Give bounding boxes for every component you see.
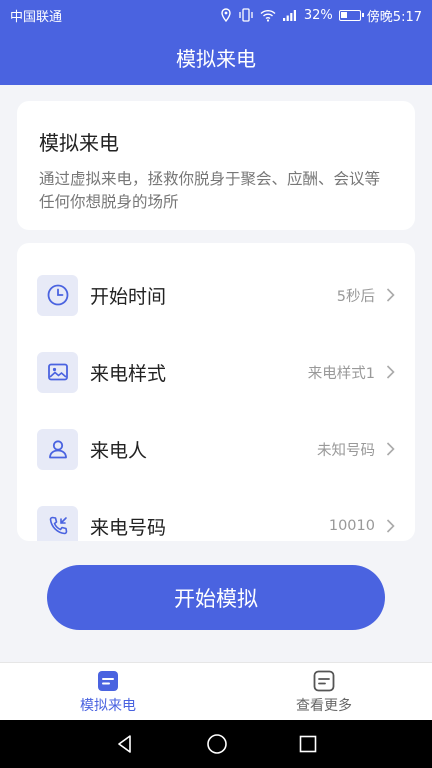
setting-row-caller[interactable]: 来电人 未知号码 (17, 419, 415, 479)
setting-row-phone-number[interactable]: 来电号码 10010 (17, 496, 415, 541)
image-icon (37, 351, 78, 393)
tab-label: 模拟来电 (80, 697, 136, 714)
setting-label: 来电样式 (90, 362, 167, 385)
chevron-right-icon (386, 288, 395, 302)
setting-label: 开始时间 (90, 285, 167, 308)
wifi-icon (260, 9, 276, 22)
tab-view-more[interactable]: 查看更多 (216, 663, 432, 721)
home-icon[interactable] (206, 733, 228, 755)
setting-value: 5秒后 (336, 288, 375, 305)
chevron-right-icon (386, 519, 395, 533)
setting-value: 10010 (328, 518, 375, 534)
bottom-tab-bar: 模拟来电 查看更多 (0, 662, 432, 720)
recents-icon[interactable] (299, 735, 317, 753)
carrier-label: 中国联通 (10, 9, 63, 25)
status-indicators: 32% 傍晚5:17 (220, 6, 422, 25)
simulate-call-icon (98, 670, 118, 691)
setting-value: 来电样式1 (307, 365, 375, 382)
setting-row-call-style[interactable]: 来电样式 来电样式1 (17, 342, 415, 402)
page-title: 模拟来电 (176, 47, 256, 71)
clock-time: 傍晚5:17 (366, 9, 422, 25)
signal-icon (282, 9, 296, 21)
clock-icon (37, 274, 78, 316)
system-navigation-bar (0, 720, 432, 768)
battery-percent: 32% (303, 7, 333, 23)
battery-icon (338, 9, 364, 21)
tab-simulate-call[interactable]: 模拟来电 (0, 663, 216, 721)
incoming-call-icon (37, 505, 78, 541)
view-more-icon (313, 670, 335, 691)
app-header: 模拟来电 (0, 30, 432, 85)
person-icon (37, 428, 78, 470)
vibrate-icon (239, 8, 253, 22)
start-simulation-button[interactable]: 开始模拟 (47, 565, 385, 630)
setting-value: 未知号码 (317, 442, 375, 459)
info-card-title: 模拟来电 (39, 131, 119, 155)
chevron-right-icon (386, 442, 395, 456)
status-bar: 中国联通 32% 傍晚5:17 (0, 0, 432, 30)
setting-row-start-time[interactable]: 开始时间 5秒后 (17, 265, 415, 325)
chevron-right-icon (386, 365, 395, 379)
info-card-description: 通过虚拟来电，拯救你脱身于聚会、应酬、会议等任何你想脱身的场所 (39, 170, 381, 211)
tab-label: 查看更多 (296, 697, 352, 714)
setting-label: 来电人 (90, 439, 148, 462)
location-icon (221, 8, 231, 22)
info-card: 模拟来电 通过虚拟来电，拯救你脱身于聚会、应酬、会议等任何你想脱身的场所 (17, 101, 415, 230)
back-icon[interactable] (115, 734, 135, 754)
setting-label: 来电号码 (90, 516, 167, 539)
settings-list: 开始时间 5秒后 来电样式 来电样式1 来电人 未知号码 来电号码 10010 (17, 243, 415, 541)
